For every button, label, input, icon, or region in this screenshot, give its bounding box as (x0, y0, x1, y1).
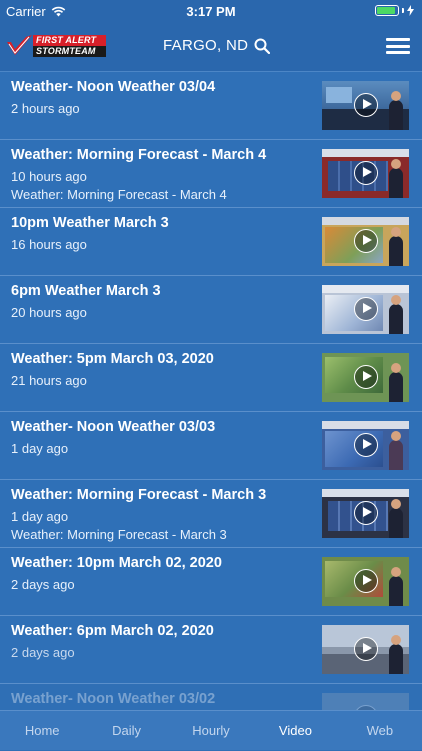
battery-cap (402, 8, 404, 13)
tab-daily[interactable]: Daily (84, 711, 168, 750)
tab-web[interactable]: Web (338, 711, 422, 750)
video-time: 16 hours ago (11, 237, 87, 252)
video-title: Weather- Noon Weather 03/04 (11, 79, 216, 95)
video-row[interactable]: Weather: 5pm March 03, 2020 21 hours ago (0, 344, 422, 412)
video-time: 2 days ago (11, 577, 75, 592)
video-title: Weather: 6pm March 02, 2020 (11, 623, 214, 639)
video-thumbnail[interactable] (322, 81, 409, 130)
video-list[interactable]: Weather- Noon Weather 03/04 2 hours ago … (0, 72, 422, 710)
presenter-figure (389, 431, 403, 470)
video-title: Weather: Morning Forecast - March 4 (11, 147, 267, 163)
video-row[interactable]: Weather- Noon Weather 03/02 (0, 684, 422, 710)
battery-icon (375, 5, 399, 16)
play-icon[interactable] (354, 433, 378, 457)
hamburger-menu-icon[interactable] (386, 38, 410, 54)
video-thumbnail[interactable] (322, 693, 409, 710)
video-title: Weather- Noon Weather 03/03 (11, 419, 216, 435)
logo-text-bottom: STORMTEAM (36, 46, 96, 56)
video-time: 1 day ago (11, 509, 69, 524)
video-row[interactable]: 10pm Weather March 3 16 hours ago (0, 208, 422, 276)
video-time: 10 hours ago (11, 169, 87, 184)
video-title: Weather: Morning Forecast - March 3 (11, 487, 267, 503)
video-time: 21 hours ago (11, 373, 87, 388)
presenter-figure (389, 363, 403, 402)
presenter-figure (389, 635, 403, 674)
play-icon[interactable] (354, 297, 378, 321)
presenter-figure (389, 499, 403, 538)
tab-hourly[interactable]: Hourly (169, 711, 253, 750)
video-subtitle: Weather: Morning Forecast - March 4 (11, 187, 227, 202)
presenter-figure (389, 567, 403, 606)
video-title: Weather: 10pm March 02, 2020 (11, 555, 222, 571)
clock: 3:17 PM (186, 4, 236, 19)
play-icon[interactable] (354, 569, 378, 593)
video-row[interactable]: 6pm Weather March 3 20 hours ago (0, 276, 422, 344)
city-label: FARGO, ND (163, 37, 249, 54)
location-selector[interactable]: FARGO, ND (163, 37, 271, 54)
video-time: 1 day ago (11, 441, 69, 456)
video-time: 2 days ago (11, 645, 75, 660)
video-row[interactable]: Weather: Morning Forecast - March 4 10 h… (0, 140, 422, 208)
video-title: Weather: 5pm March 03, 2020 (11, 351, 214, 367)
video-thumbnail[interactable] (322, 421, 409, 470)
presenter-figure (389, 159, 403, 198)
presenter-figure (389, 295, 403, 334)
video-title: 10pm Weather March 3 (11, 215, 169, 231)
tab-home[interactable]: Home (0, 711, 84, 750)
play-icon[interactable] (354, 161, 378, 185)
presenter-figure (389, 227, 403, 266)
play-icon[interactable] (354, 501, 378, 525)
video-row[interactable]: Weather: 6pm March 02, 2020 2 days ago (0, 616, 422, 684)
logo-text-top: FIRST ALERT (36, 35, 97, 45)
presenter-figure (389, 91, 403, 130)
video-row[interactable]: Weather: 10pm March 02, 2020 2 days ago (0, 548, 422, 616)
play-icon[interactable] (354, 229, 378, 253)
status-bar: Carrier 3:17 PM (0, 0, 422, 22)
tab-bar: Home Daily Hourly Video Web (0, 710, 422, 750)
video-thumbnail[interactable] (322, 285, 409, 334)
play-icon[interactable] (354, 93, 378, 117)
play-icon[interactable] (354, 365, 378, 389)
video-thumbnail[interactable] (322, 557, 409, 606)
video-title: 6pm Weather March 3 (11, 283, 161, 299)
search-icon[interactable] (254, 38, 271, 54)
play-icon[interactable] (354, 637, 378, 661)
video-row[interactable]: Weather: Morning Forecast - March 3 1 da… (0, 480, 422, 548)
video-title: Weather- Noon Weather 03/02 (11, 691, 216, 707)
video-subtitle: Weather: Morning Forecast - March 3 (11, 527, 227, 542)
video-thumbnail[interactable] (322, 625, 409, 674)
tab-video[interactable]: Video (253, 711, 337, 750)
charging-bolt-icon (407, 5, 414, 16)
video-time: 2 hours ago (11, 101, 80, 116)
video-thumbnail[interactable] (322, 489, 409, 538)
video-thumbnail[interactable] (322, 353, 409, 402)
battery-indicator (375, 5, 414, 16)
video-row[interactable]: Weather- Noon Weather 03/03 1 day ago (0, 412, 422, 480)
video-row[interactable]: Weather- Noon Weather 03/04 2 hours ago (0, 72, 422, 140)
video-time: 20 hours ago (11, 305, 87, 320)
video-thumbnail[interactable] (322, 217, 409, 266)
video-thumbnail[interactable] (322, 149, 409, 198)
battery-fill (377, 7, 395, 14)
app-header: FIRST ALERT STORMTEAM FARGO, ND (0, 22, 422, 72)
